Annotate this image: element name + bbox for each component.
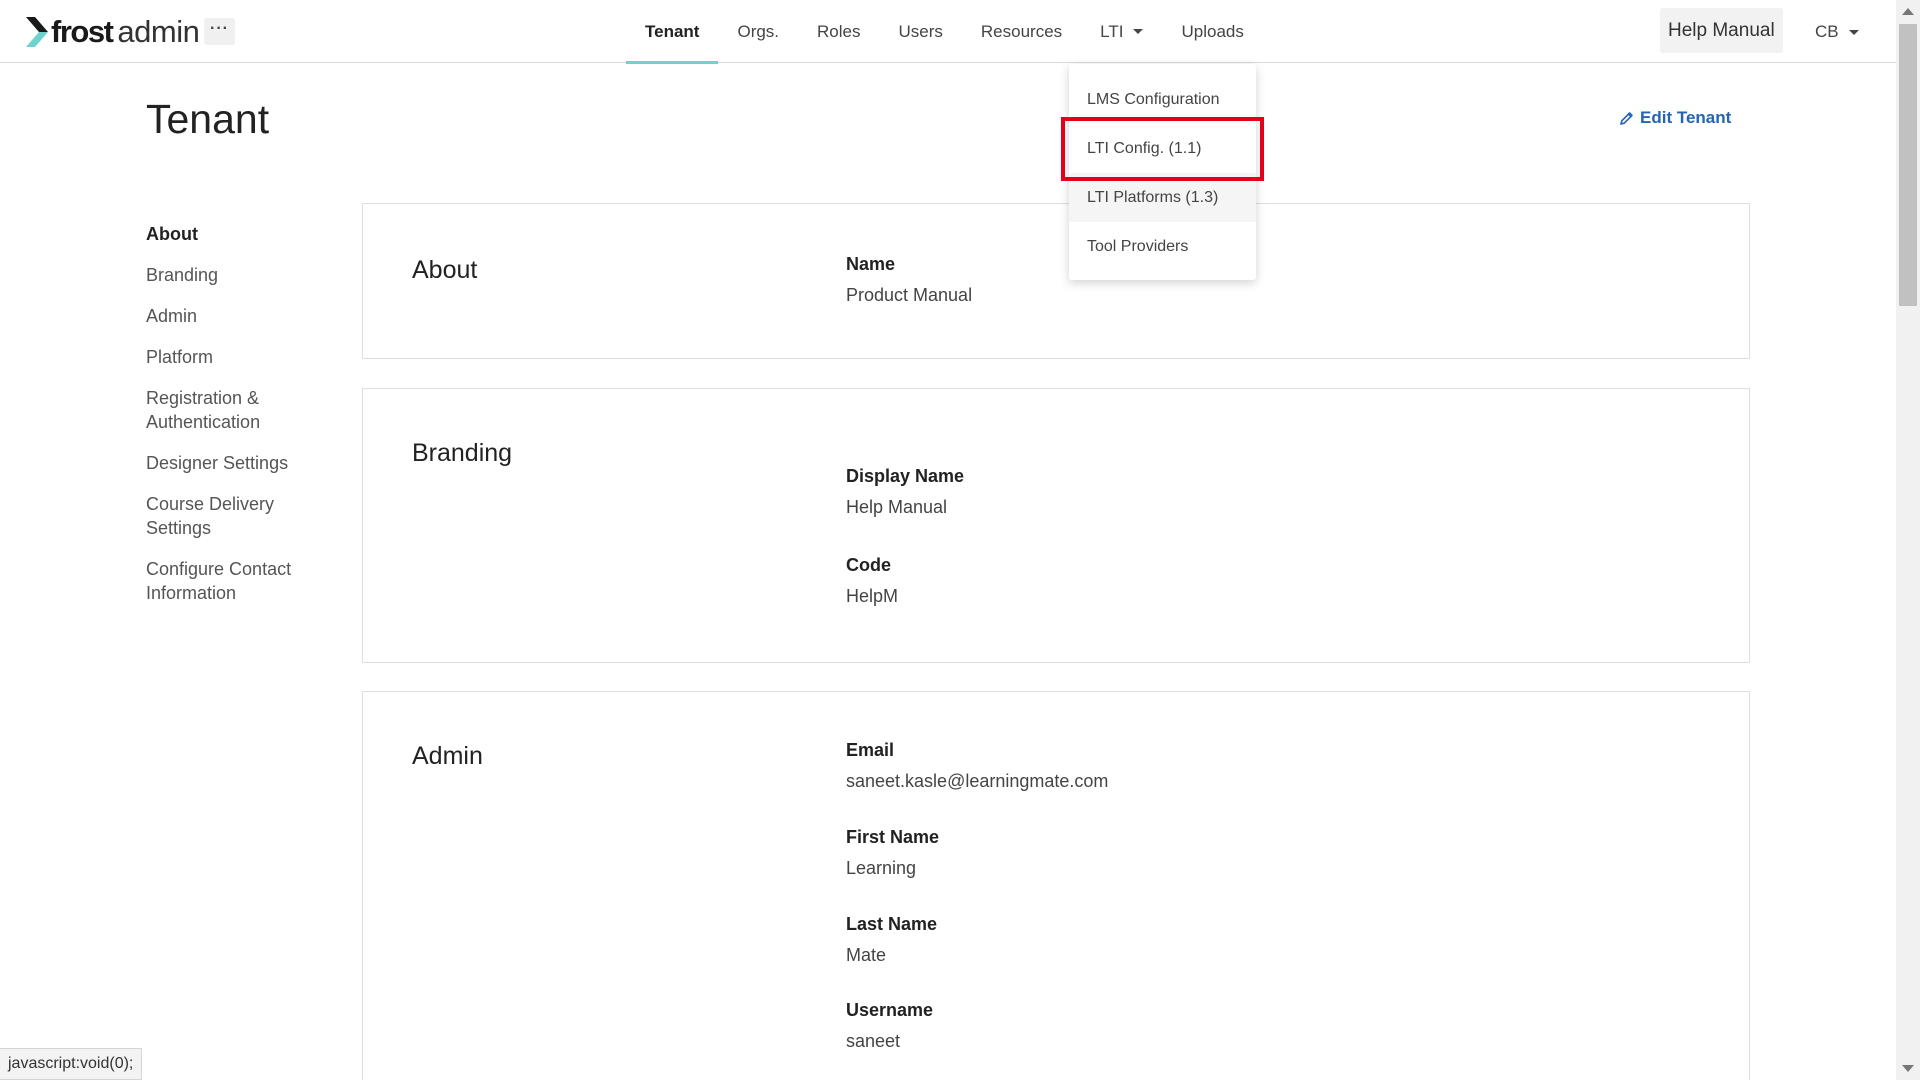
lti-dropdown-menu: LMS Configuration LTI Config. (1.1) LTI … <box>1069 64 1256 280</box>
tab-label: Roles <box>817 21 861 41</box>
scrollbar-thumb[interactable] <box>1899 24 1917 306</box>
sidenav-item-designer-settings[interactable]: Designer Settings <box>146 451 326 475</box>
username-field: Username saneet <box>846 1000 933 1052</box>
sidenav-item-about[interactable]: About <box>146 222 326 246</box>
tab-roles[interactable]: Roles <box>798 0 879 63</box>
more-apps-button[interactable]: ··· <box>204 18 235 45</box>
tab-label: Tenant <box>645 21 700 41</box>
help-manual-button[interactable]: Help Manual <box>1660 8 1783 53</box>
branding-card: Branding Display Name Help Manual Code H… <box>362 388 1750 663</box>
browser-status-bar: javascript:void(0); <box>0 1048 143 1080</box>
sidenav-item-branding[interactable]: Branding <box>146 263 326 287</box>
user-initials: CB <box>1815 22 1839 41</box>
menu-item-tool-providers[interactable]: Tool Providers <box>1069 222 1256 271</box>
section-sidenav: About Branding Admin Platform Registrati… <box>146 222 326 622</box>
tab-uploads[interactable]: Uploads <box>1162 0 1262 63</box>
display-name-field: Display Name Help Manual <box>846 466 964 518</box>
sidenav-item-registration-authentication[interactable]: Registration & Authentication <box>146 386 286 434</box>
vertical-scrollbar[interactable] <box>1896 0 1920 1080</box>
caret-down-icon <box>1848 29 1859 35</box>
about-card: About Name Product Manual <box>362 203 1750 359</box>
about-section-title: About <box>412 256 478 284</box>
field-label: Username <box>846 1000 934 1020</box>
tab-label: Orgs. <box>737 21 780 41</box>
field-value: saneet.kasle@learningmate.com <box>846 771 1109 791</box>
scroll-down-arrow-icon[interactable] <box>1902 1065 1914 1072</box>
top-navbar: frost admin ··· Tenant Orgs. Roles Users… <box>0 0 1896 64</box>
frost-admin-logo[interactable]: frost admin <box>26 14 200 50</box>
tab-label: LTI <box>1100 21 1124 41</box>
page-title: Tenant <box>146 96 270 142</box>
last-name-field: Last Name Mate <box>846 914 937 966</box>
tab-resources[interactable]: Resources <box>962 0 1081 63</box>
logo-word-admin: admin <box>117 14 200 49</box>
pencil-icon <box>1620 112 1633 125</box>
field-value: HelpM <box>846 586 899 606</box>
tab-label: Resources <box>980 21 1063 41</box>
email-field: Email saneet.kasle@learningmate.com <box>846 740 1108 792</box>
field-label: Email <box>846 740 895 760</box>
field-value: Help Manual <box>846 497 948 517</box>
user-menu-toggle[interactable]: CB <box>1815 20 1859 44</box>
edit-tenant-label: Edit Tenant <box>1640 108 1732 127</box>
main-nav-tabs: Tenant Orgs. Roles Users Resources LTI U… <box>626 0 1263 64</box>
menu-item-lms-configuration[interactable]: LMS Configuration <box>1069 75 1256 124</box>
field-value: Mate <box>846 945 887 965</box>
ellipsis-icon: ··· <box>210 20 229 37</box>
tab-label: Uploads <box>1181 21 1244 41</box>
help-manual-label: Help Manual <box>1668 19 1775 41</box>
field-label: First Name <box>846 827 940 847</box>
first-name-field: First Name Learning <box>846 827 939 879</box>
field-value: saneet <box>846 1031 901 1051</box>
field-label: Last Name <box>846 914 938 934</box>
field-label: Code <box>846 555 891 575</box>
caret-down-icon <box>1133 29 1144 34</box>
tab-lti[interactable]: LTI <box>1081 0 1162 63</box>
field-value: Product Manual <box>846 285 973 305</box>
tab-orgs[interactable]: Orgs. <box>718 0 798 63</box>
frost-chevron-icon <box>26 17 48 47</box>
edit-tenant-link[interactable]: Edit Tenant <box>1620 108 1731 128</box>
menu-item-lti-platforms-1-3[interactable]: LTI Platforms (1.3) <box>1069 173 1256 222</box>
code-field: Code HelpM <box>846 555 898 607</box>
tab-label: Users <box>898 21 943 41</box>
field-label: Display Name <box>846 466 965 486</box>
admin-card: Admin Email saneet.kasle@learningmate.co… <box>362 691 1750 1080</box>
admin-section-title: Admin <box>412 742 483 770</box>
branding-section-title: Branding <box>412 439 513 467</box>
tab-users[interactable]: Users <box>880 0 962 63</box>
sidenav-item-configure-contact-information[interactable]: Configure Contact Information <box>146 557 316 605</box>
sidenav-item-course-delivery-settings[interactable]: Course Delivery Settings <box>146 492 296 540</box>
logo-word-frost: frost <box>51 14 114 49</box>
sidenav-item-platform[interactable]: Platform <box>146 345 326 369</box>
field-value: Learning <box>846 858 917 878</box>
scroll-up-arrow-icon[interactable] <box>1902 8 1914 15</box>
tab-tenant[interactable]: Tenant <box>626 0 719 64</box>
name-field: Name Product Manual <box>846 254 972 306</box>
menu-item-lti-config-1-1[interactable]: LTI Config. (1.1) <box>1069 124 1256 173</box>
sidenav-item-admin[interactable]: Admin <box>146 304 326 328</box>
field-label: Name <box>846 254 896 274</box>
status-bar-text: javascript:void(0); <box>8 1055 134 1072</box>
